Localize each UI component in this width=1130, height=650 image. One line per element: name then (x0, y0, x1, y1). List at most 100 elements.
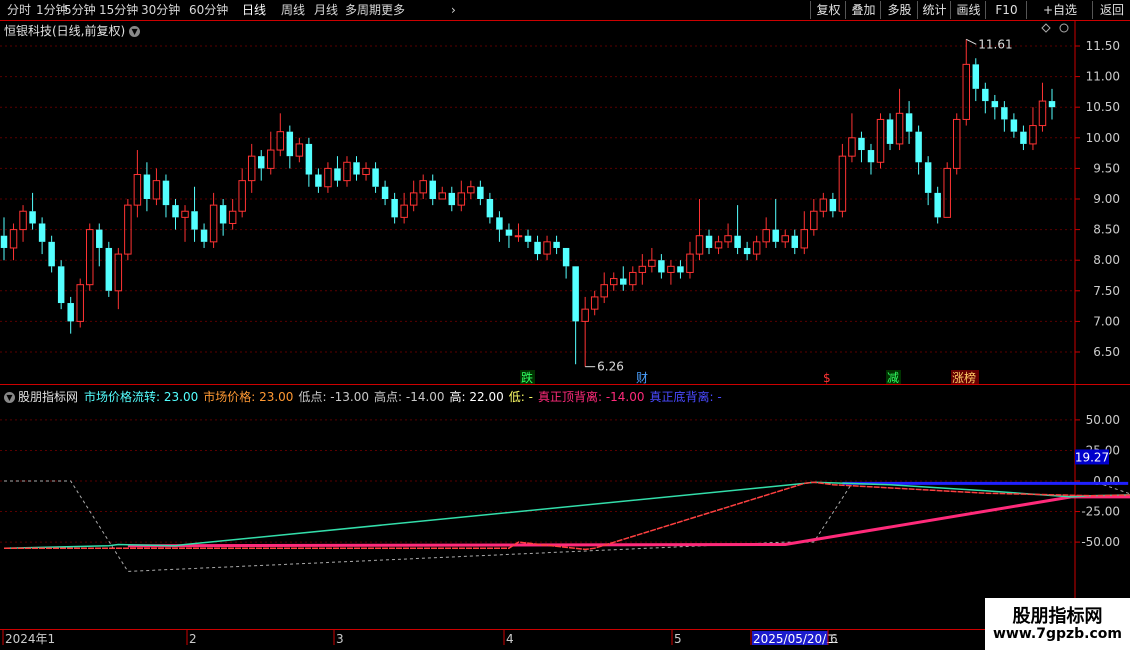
candle-up (714, 241, 723, 249)
event-badge-3: 减 (887, 371, 899, 385)
stock-title[interactable]: 恒银科技(日线,前复权) ▼ (4, 22, 141, 39)
candle-down (219, 205, 227, 224)
brand-watermark: 股朋指标网 www.7gpzb.com (985, 598, 1130, 650)
candle-down (0, 235, 8, 248)
candle-down (972, 64, 980, 89)
candle-down (67, 303, 74, 322)
candle-up (962, 63, 970, 120)
brand-url: www.7gpzb.com (992, 626, 1122, 642)
candle-down (286, 131, 294, 157)
chart-canvas: 6.50 7.00 7.50 8.00 8.50 9.00 9.50 10.00 10.50 11… (0, 20, 1130, 650)
indicator-field-2: 低点: -13.00 (298, 390, 369, 404)
candle-down (1001, 107, 1008, 120)
candle-down (829, 199, 837, 212)
candle-down (200, 229, 208, 242)
indicator-field-0: 市场价格流转: 23.00 (84, 390, 199, 404)
candle-down (96, 229, 103, 248)
candle-down (991, 101, 999, 108)
candle-up (324, 167, 332, 188)
x-tick-label-2: 3 (336, 632, 344, 646)
candle-down (105, 247, 113, 291)
candle-down (257, 156, 265, 169)
candle-up (686, 253, 694, 273)
candle-down (162, 180, 170, 206)
candle-down (658, 260, 665, 273)
price-tick-label: 7.50 (1093, 284, 1120, 298)
indicator-field-5: 低: - (508, 390, 533, 404)
indicator-header: ▼ 股朋指标网 市场价格流转: 23.00 市场价格: 23.00 低点: -13.00… (4, 388, 727, 405)
candle-up (86, 229, 94, 286)
price-tick-label: 9.50 (1093, 161, 1120, 175)
price-tick-label: 6.50 (1093, 345, 1120, 359)
chevron-down-icon[interactable]: ▼ (129, 26, 141, 37)
candle-up (943, 167, 951, 218)
candle-up (638, 265, 647, 273)
event-badge-0: 跌 (521, 370, 533, 385)
candle-down (572, 266, 579, 322)
candle-down (305, 143, 313, 175)
candle-up (343, 161, 351, 182)
candle-down (486, 199, 494, 218)
candle-down (534, 241, 541, 255)
candle-up (648, 259, 656, 267)
ind-tick-label: 0.00 (1093, 474, 1120, 488)
candle-up (667, 265, 675, 273)
stock-title-text: 恒银科技(日线,前复权) (4, 24, 126, 38)
candle-up (590, 296, 599, 310)
candle-up (952, 118, 961, 169)
candle-down (1020, 131, 1027, 144)
settings-icon (1059, 23, 1069, 33)
candle-up (819, 198, 828, 212)
candle-down (924, 162, 932, 193)
candle-up (467, 186, 475, 194)
candle-down (143, 174, 151, 199)
candle-down (743, 247, 751, 255)
x-tick-label-5: 2025/05/20/二 (753, 632, 838, 646)
candle-up (19, 210, 27, 231)
candle-down (381, 186, 389, 199)
price-tick-label: 7.00 (1093, 314, 1120, 328)
chevron-down-icon[interactable]: ▼ (4, 392, 15, 403)
candle-up (610, 278, 618, 286)
price-tick-label: 11.00 (1086, 70, 1120, 84)
candle-down (620, 278, 627, 285)
candle-down (905, 113, 913, 132)
x-tick-label-4: 5 (674, 632, 682, 646)
candle-down (1010, 119, 1018, 132)
diamond-icon (1041, 23, 1051, 33)
candle-down (734, 235, 741, 248)
indicator-field-4: 高: 22.00 (449, 390, 504, 404)
high-price-label: 11.61 (978, 37, 1012, 51)
candle-down (505, 229, 513, 236)
candle-up (419, 180, 427, 194)
candle-down (477, 186, 484, 199)
candle-up (9, 229, 18, 249)
ind-tick-label: -50.00 (1081, 535, 1120, 549)
x-tick-label-6: 6 (830, 632, 838, 646)
candle-up (1038, 100, 1047, 127)
low-price-label: 6.26 (597, 360, 624, 374)
candle-down (858, 137, 865, 151)
candle-up (276, 131, 285, 151)
candle-up (848, 137, 856, 157)
candle-down (934, 192, 941, 218)
price-tick-label: 11.50 (1086, 39, 1120, 53)
candle-down (48, 241, 55, 267)
candle-down (677, 266, 684, 273)
x-tick-label-3: 4 (506, 632, 514, 646)
candle-up (752, 241, 761, 255)
candle-down (315, 174, 322, 187)
candle-down (372, 168, 379, 187)
event-badge-1: 财 (636, 371, 648, 385)
candle-up (581, 308, 589, 322)
candle-up (695, 235, 704, 255)
candle-up (114, 253, 123, 292)
candle-up (629, 271, 637, 286)
candle-down (38, 223, 46, 242)
ind-tick-label: 50.00 (1086, 413, 1120, 427)
candle-down (172, 205, 179, 218)
candle-up (133, 174, 142, 206)
indicator-name[interactable]: 股朋指标网 (18, 390, 78, 404)
candle-up (543, 241, 551, 255)
candle-up (209, 204, 218, 243)
